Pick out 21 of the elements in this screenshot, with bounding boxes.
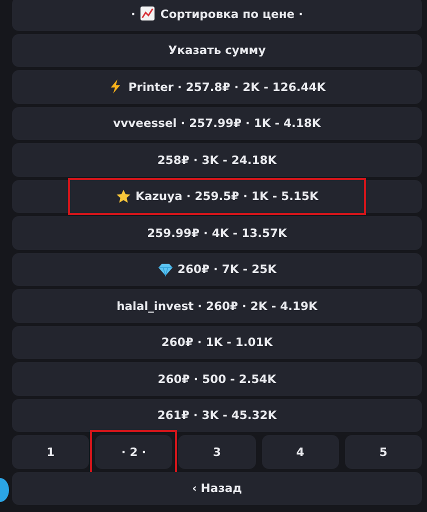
offer-button[interactable]: halal_invest · 260₽ · 2K - 4.19K [12, 289, 422, 322]
page-button[interactable]: 3 [178, 435, 256, 468]
offer-button[interactable]: 259.99₽ · 4K - 13.57K [12, 216, 422, 250]
offer-button[interactable]: 260₽ · 7K - 25K [12, 252, 422, 286]
offer-button[interactable]: 261₽ · 3K - 45.32K [12, 398, 422, 432]
star-icon [116, 188, 131, 204]
offer-button[interactable]: 260₽ · 1K - 1.01K [12, 326, 422, 359]
page-button[interactable]: 1 [12, 435, 90, 468]
offer-button[interactable]: 258₽ · 3K - 24.18K [12, 143, 422, 176]
chart-icon [140, 6, 156, 22]
offer-button[interactable]: 260₽ · 500 - 2.54K [12, 362, 422, 396]
page-button[interactable]: 4 [262, 435, 339, 468]
offer-button[interactable]: Kazuya · 259.5₽ · 1K - 5.15K [12, 180, 422, 213]
offer-button[interactable]: vvveessel · 257.99₽ · 1K - 4.18K [12, 106, 422, 140]
page-button[interactable]: 5 [344, 435, 422, 468]
diamond-icon [158, 262, 172, 277]
amount-button[interactable]: Указать сумму [12, 34, 422, 67]
page-button[interactable]: · 2 · [95, 435, 172, 468]
back-button[interactable]: ‹ Назад [12, 472, 422, 505]
offer-button[interactable]: Printer · 257.8₽ · 2K - 126.44K [12, 70, 422, 104]
sort-button[interactable]: · Сортировка по цене · [12, 0, 422, 30]
